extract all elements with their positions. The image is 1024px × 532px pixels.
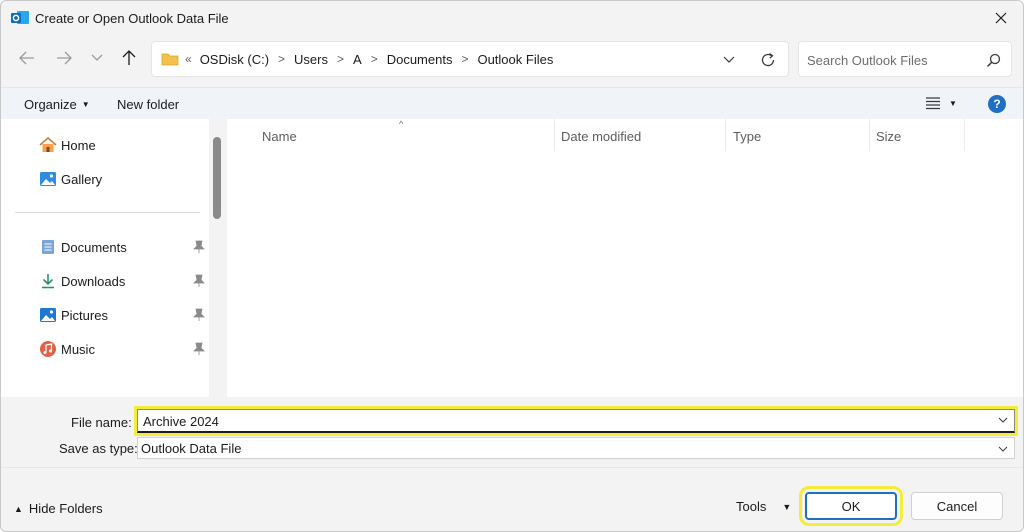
save-dialog: Create or Open Outlook Data File « OSDis… — [0, 0, 1024, 532]
column-header-size[interactable]: Size — [876, 129, 901, 144]
column-header-type[interactable]: Type — [733, 129, 761, 144]
sidebar-item-gallery[interactable]: Gallery — [39, 167, 102, 191]
sidebar-item-label: Gallery — [61, 171, 103, 187]
pin-icon[interactable] — [193, 342, 205, 356]
forward-button[interactable] — [53, 47, 75, 69]
up-button[interactable] — [118, 47, 140, 69]
outlook-icon — [11, 10, 29, 26]
breadcrumb-separator: > — [461, 52, 469, 66]
breadcrumb-separator: > — [337, 52, 345, 66]
window-title: Create or Open Outlook Data File — [35, 11, 229, 26]
breadcrumb-separator: > — [370, 52, 378, 66]
file-name-label: File name: — [71, 415, 132, 430]
cancel-button[interactable]: Cancel — [911, 492, 1003, 520]
sidebar-item-downloads[interactable]: Downloads — [39, 269, 125, 293]
sidebar-item-music[interactable]: Music — [39, 337, 95, 361]
arrow-left-icon — [19, 51, 34, 65]
recent-locations-button[interactable] — [86, 47, 108, 69]
column-divider[interactable] — [964, 119, 965, 151]
sidebar-scrollbar-thumb[interactable] — [213, 137, 221, 219]
documents-icon — [39, 238, 57, 256]
column-divider[interactable] — [725, 119, 726, 151]
sidebar-item-label: Home — [61, 137, 96, 153]
save-type-value: Outlook Data File — [141, 441, 242, 456]
save-type-select[interactable]: Outlook Data File — [137, 437, 1015, 459]
sidebar-item-pictures[interactable]: Pictures — [39, 303, 108, 327]
caret-down-icon: ▼ — [81, 100, 90, 109]
sort-indicator-icon: ^ — [399, 119, 404, 129]
help-button[interactable]: ? — [988, 95, 1006, 113]
organize-menu[interactable]: Organize ▼ — [24, 97, 90, 112]
list-view-icon — [926, 97, 940, 110]
file-name-combobox[interactable] — [134, 406, 1018, 436]
sidebar-item-label: Music — [61, 341, 95, 357]
column-divider[interactable] — [869, 119, 870, 151]
column-header-name[interactable]: Name — [262, 129, 297, 144]
tools-label: Tools — [736, 499, 767, 514]
breadcrumb-users[interactable]: Users — [294, 52, 328, 67]
folder-icon — [161, 52, 179, 66]
sidebar-item-label: Pictures — [61, 307, 108, 323]
file-list: ^ Name Date modified Type Size — [227, 119, 1023, 397]
sidebar-item-label: Downloads — [61, 273, 126, 289]
arrow-up-icon — [122, 50, 136, 65]
ok-button[interactable]: OK — [799, 486, 903, 526]
close-icon — [995, 12, 1007, 24]
arrow-right-icon — [57, 51, 72, 65]
address-history-button[interactable] — [720, 51, 738, 69]
breadcrumb-user[interactable]: A — [353, 52, 362, 67]
title-bar: Create or Open Outlook Data File — [1, 1, 1023, 35]
pin-icon[interactable] — [193, 308, 205, 322]
close-button[interactable] — [989, 7, 1013, 29]
pictures-icon — [39, 306, 57, 324]
new-folder-label: New folder — [117, 97, 180, 112]
pin-icon[interactable] — [193, 240, 205, 254]
file-fields: File name: Save as type: Outlook Data Fi… — [1, 397, 1023, 467]
caret-up-icon: ▲ — [14, 503, 23, 514]
home-icon — [39, 136, 57, 154]
refresh-button[interactable] — [758, 50, 778, 70]
address-bar[interactable]: « OSDisk (C:) > Users > A > Documents > … — [151, 41, 789, 77]
file-name-input[interactable] — [143, 412, 983, 430]
view-options-button[interactable]: ▼ — [925, 96, 957, 110]
new-folder-button[interactable]: New folder — [117, 97, 179, 112]
download-icon — [39, 272, 57, 290]
sidebar-item-documents[interactable]: Documents — [39, 235, 127, 259]
tools-menu[interactable]: Tools ▼ — [736, 499, 791, 514]
gallery-icon — [39, 170, 57, 188]
sidebar-divider — [15, 212, 200, 213]
content-area: Home Gallery Documents Downloads Picture… — [1, 119, 1023, 397]
caret-down-icon: ▼ — [782, 501, 792, 512]
music-icon — [39, 340, 57, 358]
hide-folders-label: Hide Folders — [28, 501, 103, 516]
column-divider[interactable] — [554, 119, 555, 151]
search-icon[interactable] — [985, 52, 1001, 68]
breadcrumb-documents[interactable]: Documents — [387, 52, 453, 67]
sidebar-item-label: Documents — [61, 239, 127, 255]
navigation-pane: Home Gallery Documents Downloads Picture… — [1, 119, 209, 397]
back-button[interactable] — [16, 47, 38, 69]
caret-down-icon: ▼ — [949, 98, 957, 108]
breadcrumb-outlook-files[interactable]: Outlook Files — [477, 52, 553, 67]
command-bar: Organize ▼ New folder ▼ ? — [1, 87, 1023, 119]
pin-icon[interactable] — [193, 274, 205, 288]
chevron-down-icon — [998, 444, 1008, 454]
save-type-label: Save as type: — [59, 441, 138, 456]
address-overflow-icon[interactable]: « — [185, 52, 192, 66]
chevron-down-icon[interactable] — [998, 415, 1008, 425]
breadcrumb-separator: > — [278, 52, 286, 66]
organize-label: Organize — [24, 97, 77, 112]
refresh-icon — [761, 52, 775, 67]
column-header-date-modified[interactable]: Date modified — [561, 129, 641, 144]
chevron-down-icon — [723, 56, 735, 63]
search-box[interactable] — [798, 41, 1012, 77]
sidebar-item-home[interactable]: Home — [39, 133, 96, 157]
dialog-footer: ▲ Hide Folders Tools ▼ OK Cancel — [1, 467, 1023, 531]
chevron-down-icon — [91, 54, 103, 61]
search-input[interactable] — [807, 50, 977, 70]
breadcrumb-osdisk[interactable]: OSDisk (C:) — [200, 52, 269, 67]
navigation-bar: « OSDisk (C:) > Users > A > Documents > … — [1, 37, 1023, 83]
hide-folders-button[interactable]: ▲ Hide Folders — [14, 501, 103, 516]
